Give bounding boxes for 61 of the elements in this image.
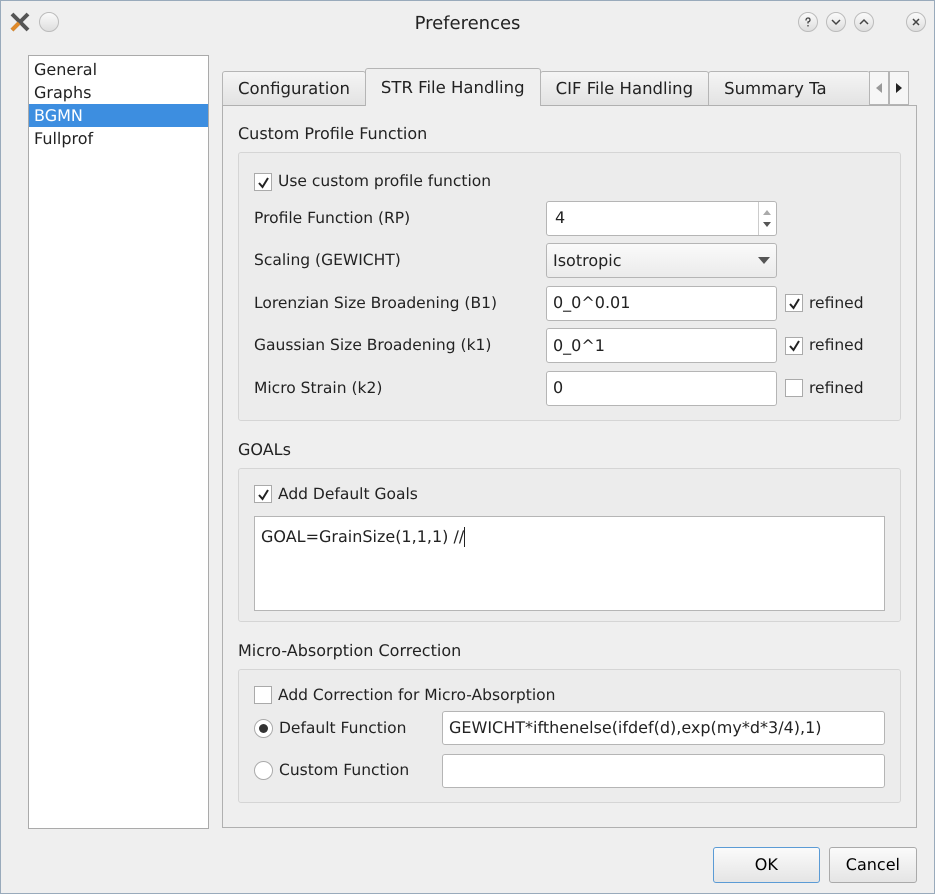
text-field[interactable]: GEWICHT*ifthenelse(ifdef(d),exp(my*d*3/4),1)	[442, 711, 885, 746]
tab[interactable]: Configuration	[222, 71, 366, 105]
minimize-button[interactable]	[826, 12, 846, 32]
check-icon	[786, 338, 802, 354]
chevron-up-icon	[859, 18, 869, 26]
triangle-left-icon	[876, 83, 882, 93]
field-label: Lorenzian Size Broadening (B1)	[254, 292, 498, 314]
close-button[interactable]	[906, 12, 926, 32]
section-heading: Micro-Absorption Correction	[238, 640, 462, 662]
check-icon	[786, 296, 802, 311]
app-icon	[9, 11, 31, 33]
field-label: Gaussian Size Broadening (k1)	[254, 335, 492, 356]
checkbox[interactable]	[785, 379, 803, 398]
radio-button[interactable]	[254, 761, 273, 780]
section-heading: Custom Profile Function	[238, 123, 428, 145]
checkbox-label: Add Correction for Micro-Absorption	[278, 684, 556, 706]
tab[interactable]: STR File Handling	[364, 68, 541, 106]
checkbox[interactable]	[785, 336, 803, 355]
checkbox-label: Add Default Goals	[278, 484, 418, 504]
spin-box[interactable]: 4	[546, 200, 777, 236]
chevron-down-icon	[831, 18, 841, 26]
tab-scroll-right-button[interactable]	[889, 71, 910, 105]
checkbox-label: refined	[809, 292, 864, 314]
text-cursor	[464, 527, 466, 548]
text-field[interactable]: 0_0^1	[546, 328, 777, 364]
checkbox-label: Use custom profile function	[278, 171, 492, 192]
close-icon	[911, 17, 921, 27]
radio-dot-icon	[259, 724, 268, 733]
field-label: Profile Function (RP)	[254, 208, 412, 229]
tab[interactable]: Summary Ta	[708, 71, 870, 105]
dropdown[interactable]: Isotropic	[546, 243, 777, 278]
dialog-button[interactable]: OK	[712, 847, 820, 883]
radio-label: Default Function	[279, 718, 406, 739]
checkbox[interactable]	[254, 686, 272, 704]
maximize-button[interactable]	[854, 12, 874, 32]
section-heading: GOALs	[238, 438, 292, 460]
checkbox-label: refined	[809, 335, 864, 356]
check-icon	[256, 486, 270, 502]
field-label: Micro Strain (k2)	[254, 378, 384, 399]
text-field[interactable]: 0	[546, 370, 777, 406]
check-icon	[256, 174, 270, 190]
checkbox-label: refined	[809, 378, 864, 399]
checkbox[interactable]	[254, 485, 272, 504]
text-field[interactable]	[442, 754, 885, 788]
category-item[interactable]: General	[29, 58, 208, 81]
category-item[interactable]: Graphs	[29, 81, 208, 104]
window-title: Preferences	[414, 12, 520, 36]
radio-label: Custom Function	[279, 760, 410, 782]
dialog-button[interactable]: Cancel	[828, 847, 917, 883]
checkbox[interactable]	[254, 173, 272, 191]
goal-text-area[interactable]: GOAL=GrainSize(1,1,1) //	[254, 516, 885, 611]
help-icon	[803, 17, 813, 27]
triangle-right-icon	[896, 83, 902, 93]
category-item[interactable]: Fullprof	[29, 127, 208, 150]
tab[interactable]: CIF File Handling	[540, 71, 710, 105]
text-field[interactable]: 0_0^0.01	[546, 286, 777, 321]
help-button[interactable]	[798, 12, 818, 32]
field-label: Scaling (GEWICHT)	[254, 250, 402, 272]
checkbox[interactable]	[785, 294, 803, 312]
radio-button[interactable]	[254, 718, 273, 738]
dropdown-arrow-icon	[758, 257, 770, 264]
